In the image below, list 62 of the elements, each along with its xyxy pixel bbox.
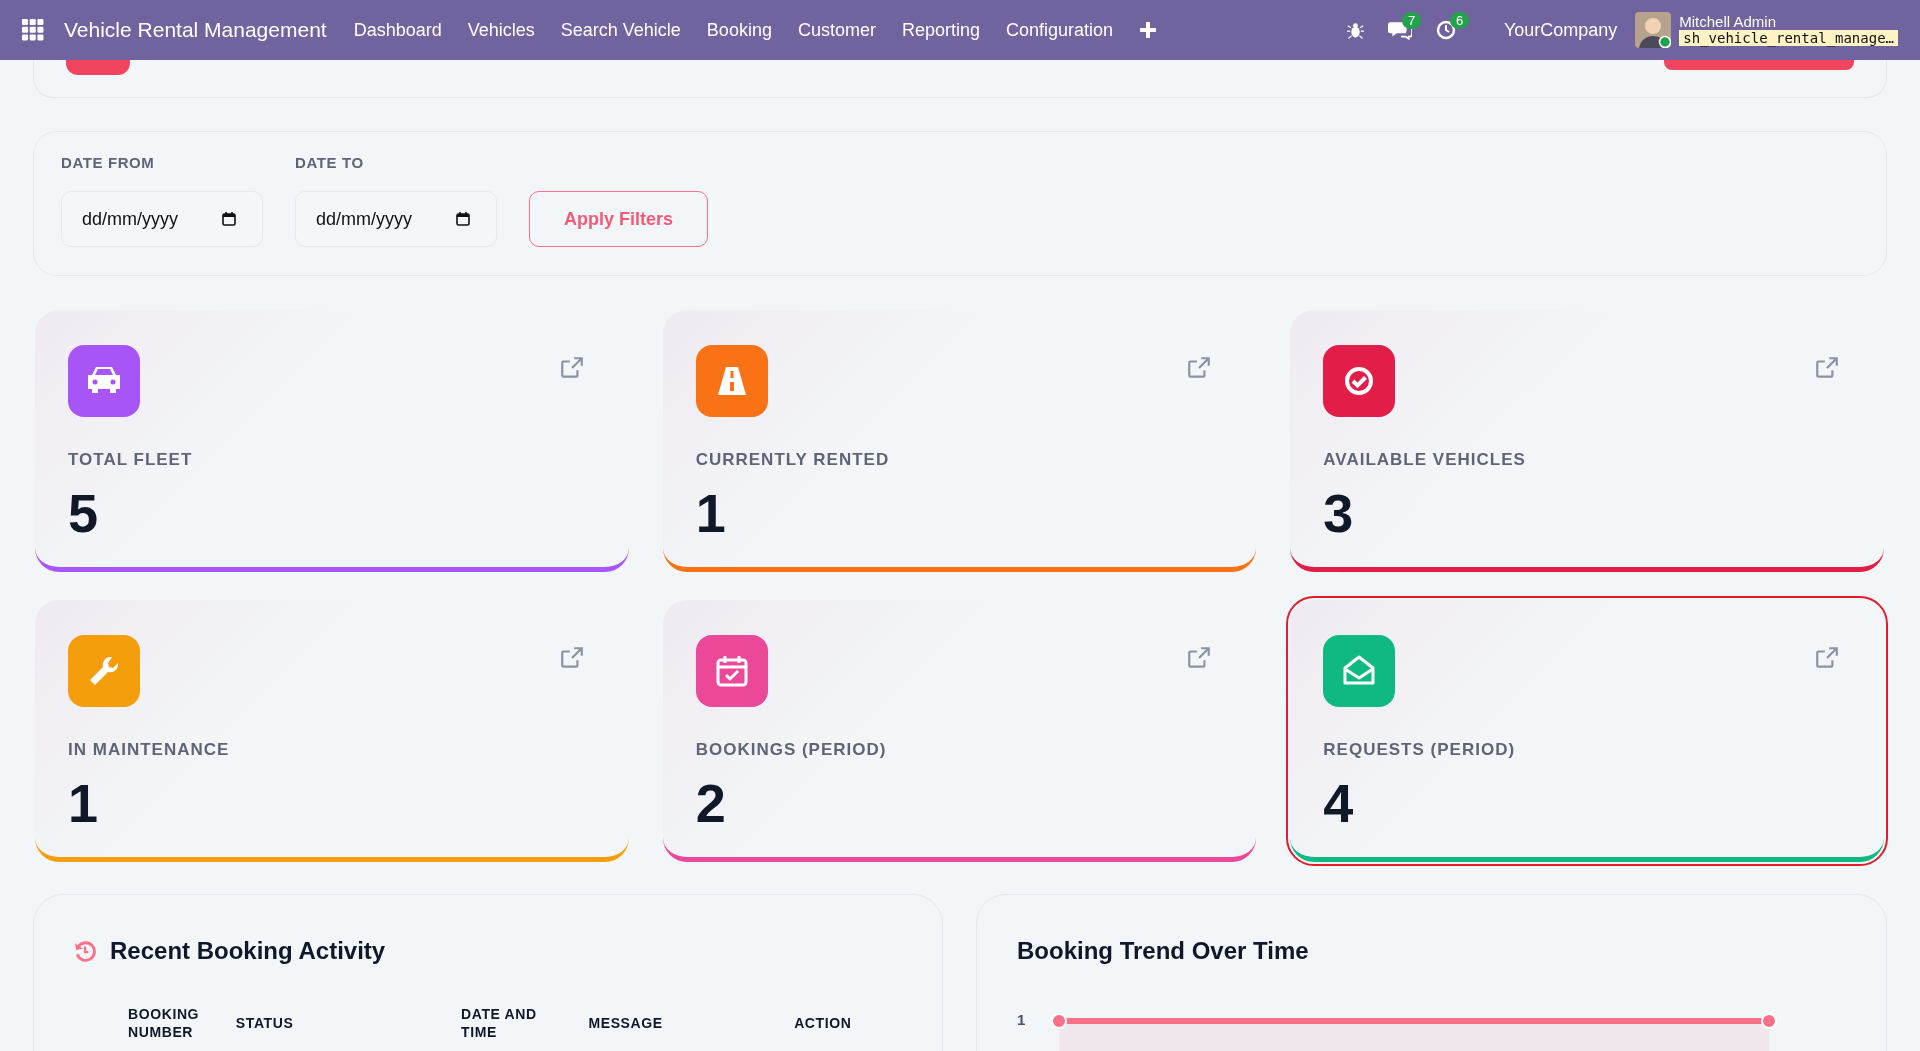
column-header: ACTION <box>794 1014 853 1033</box>
stat-label: TOTAL FLEET <box>68 450 194 470</box>
stat-label: AVAILABLE VEHICLES <box>1323 450 1527 470</box>
menu-item[interactable]: Configuration <box>993 19 1127 41</box>
bug-icon[interactable] <box>1346 21 1364 39</box>
menu-item[interactable]: Vehicles <box>454 19 548 41</box>
menu-item[interactable]: Reporting <box>888 19 993 41</box>
database-name: sh_vehicle_rental_manage… <box>1679 29 1898 47</box>
wrench-icon <box>68 635 140 707</box>
stat-value: 3 <box>1323 482 1355 544</box>
stat-label: CURRENTLY RENTED <box>695 450 891 470</box>
company-name[interactable]: YourCompany <box>1503 19 1618 41</box>
menu-item[interactable]: Dashboard <box>340 19 455 41</box>
stat-value: 5 <box>68 482 100 544</box>
menu-item[interactable]: Customer <box>784 19 889 41</box>
calendar-check-icon <box>695 635 768 707</box>
stat-card[interactable]: CURRENTLY RENTED 1 <box>662 310 1257 572</box>
stat-card[interactable]: AVAILABLE VEHICLES 3 <box>1290 310 1884 572</box>
stat-label: BOOKINGS (PERIOD) <box>695 740 888 760</box>
stat-value: 1 <box>68 772 100 834</box>
app-title[interactable]: Vehicle Rental Management <box>64 18 327 42</box>
y-axis-label: 1 <box>1017 1011 1026 1028</box>
message-count-badge: 7 <box>1401 12 1422 29</box>
panel-title: Recent Booking Activity <box>110 937 386 965</box>
activity-count-badge: 6 <box>1449 12 1470 29</box>
column-header: MESSAGE <box>588 1014 664 1033</box>
calendar-icon[interactable] <box>456 212 470 226</box>
road-icon <box>695 345 768 417</box>
apply-filters-button[interactable]: Apply Filters <box>529 191 708 247</box>
avatar-icon[interactable] <box>1635 12 1672 48</box>
stat-label: REQUESTS (PERIOD) <box>1323 740 1517 760</box>
column-header: STATUS <box>235 1014 295 1033</box>
apps-menu-icon[interactable] <box>22 19 44 41</box>
external-link-icon[interactable] <box>558 355 585 381</box>
column-header: DATE AND TIME <box>461 1005 538 1042</box>
external-link-icon[interactable] <box>1186 355 1213 381</box>
car-icon <box>68 345 140 417</box>
stat-value: 1 <box>695 482 727 544</box>
stat-card[interactable]: IN MAINTENANCE 1 <box>35 600 629 862</box>
stat-card[interactable]: TOTAL FLEET 5 <box>35 310 629 572</box>
calendar-icon[interactable] <box>222 212 236 226</box>
field-label: DATE TO <box>295 154 365 171</box>
external-link-icon[interactable] <box>1814 645 1840 671</box>
plus-icon[interactable] <box>1140 22 1157 38</box>
stat-value: 4 <box>1323 772 1355 834</box>
envelope-icon <box>1323 635 1396 707</box>
stat-label: IN MAINTENANCE <box>68 740 231 760</box>
menu-item[interactable]: Booking <box>693 19 785 41</box>
column-header: BOOKING NUMBER <box>128 1005 201 1042</box>
external-link-icon[interactable] <box>558 645 585 671</box>
external-link-icon[interactable] <box>1814 355 1840 381</box>
clock-icon[interactable] <box>1435 20 1456 40</box>
field-label: DATE FROM <box>61 154 156 171</box>
date-field[interactable]: dd/mm/yyyy <box>295 191 497 247</box>
menu-item[interactable]: Search Vehicle <box>547 19 694 41</box>
panel-title: Booking Trend Over Time <box>1017 937 1310 965</box>
history-icon <box>74 940 96 962</box>
stat-card[interactable]: BOOKINGS (PERIOD) 2 <box>662 600 1257 862</box>
stat-value: 2 <box>695 772 727 834</box>
user-name[interactable]: Mitchell Admin <box>1679 13 1898 30</box>
external-link-icon[interactable] <box>1186 645 1213 671</box>
date-field[interactable]: dd/mm/yyyy <box>61 191 263 247</box>
